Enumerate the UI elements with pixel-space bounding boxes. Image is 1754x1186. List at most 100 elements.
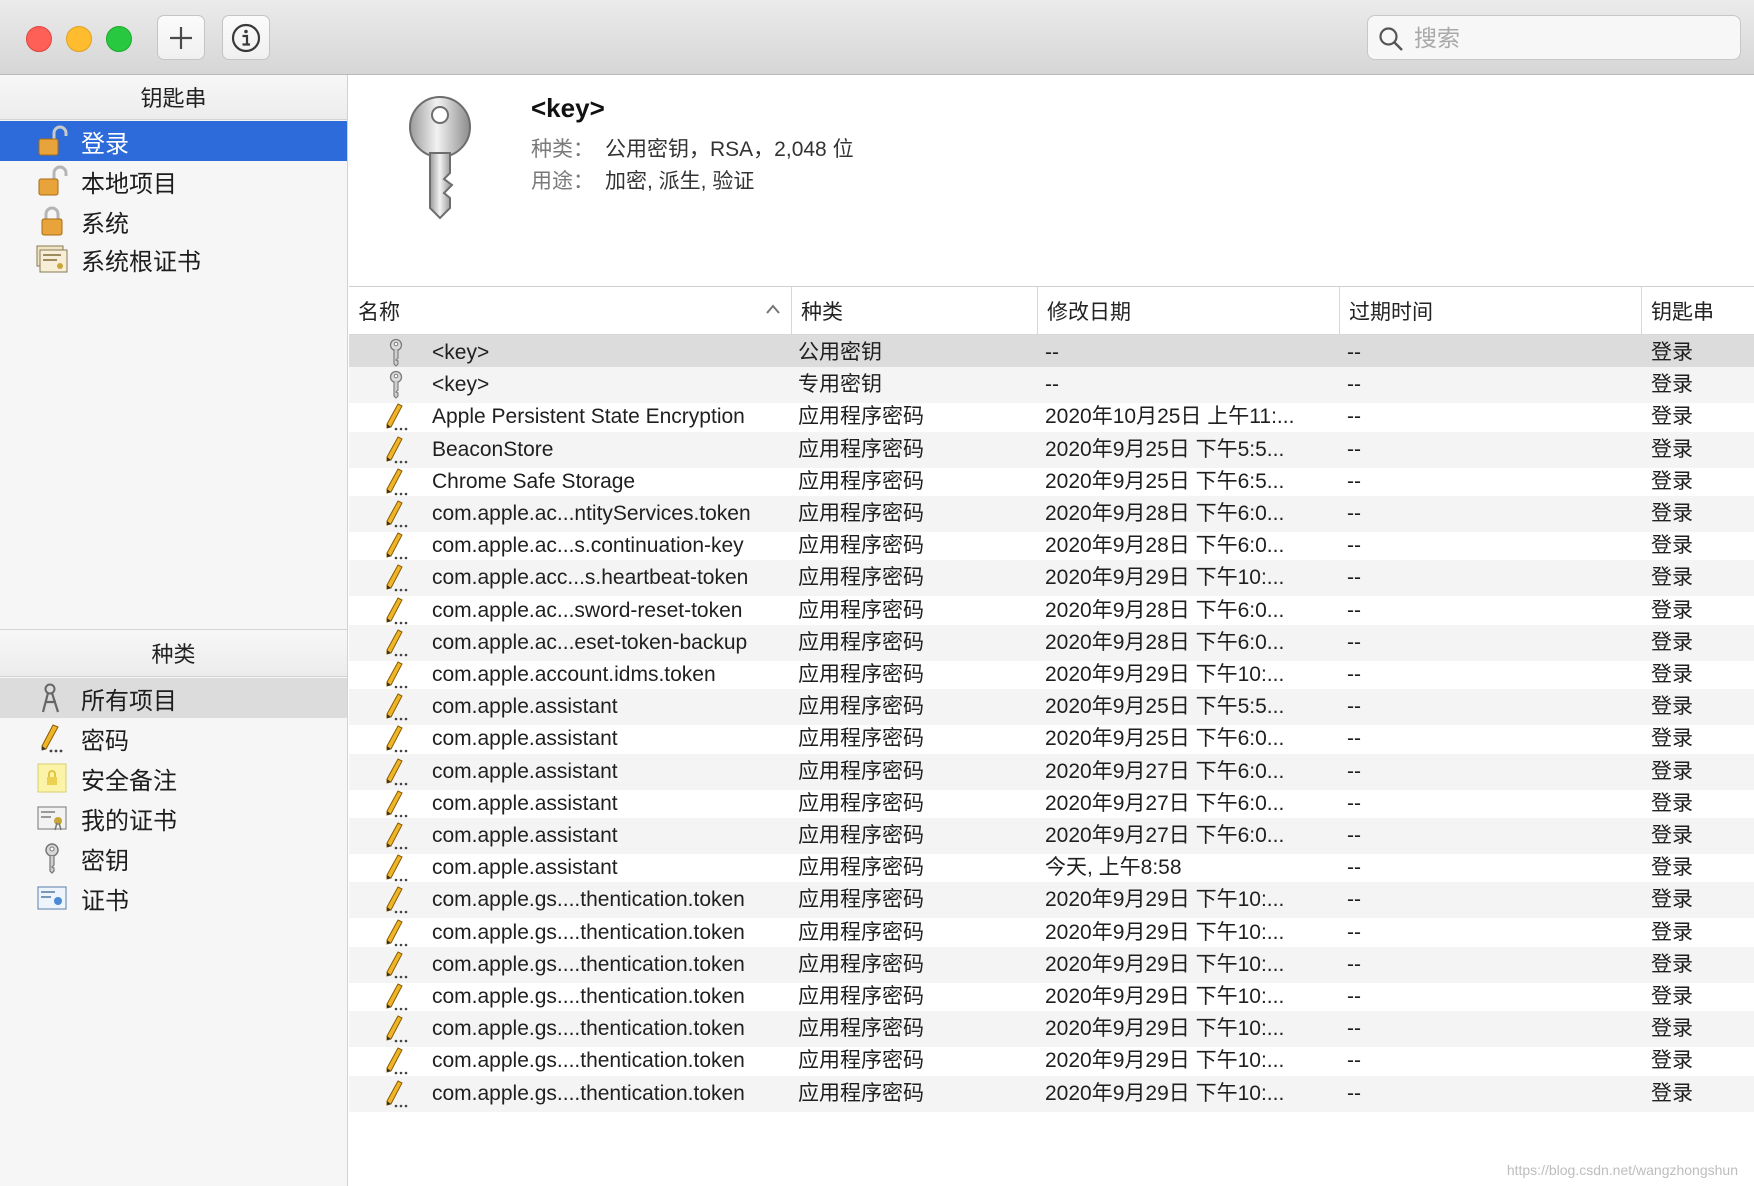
key-large-icon <box>409 96 471 220</box>
cell-kind: 应用程序密码 <box>798 791 924 815</box>
sidebar-item-label: 安全备注 <box>81 767 177 795</box>
row-icon <box>383 432 413 468</box>
table-row[interactable]: com.apple.assistant 应用程序密码 2020年9月27日 下午6:… <box>349 786 1754 822</box>
minimize-window-button[interactable] <box>66 26 92 52</box>
cell-name: com.apple.gs....thentication.token <box>432 1081 745 1105</box>
table-row[interactable]: com.apple.gs....thentication.token 应用程序密码… <box>349 915 1754 951</box>
table-row[interactable]: com.apple.assistant 应用程序密码 2020年9月27日 下午6:… <box>349 753 1754 790</box>
watermark: https://blog.csdn.net/wangzhongshun <box>1506 1162 1738 1178</box>
sidebar-item-system[interactable]: 系统 <box>0 201 347 241</box>
table-row[interactable]: com.apple.ac...sword-reset-token 应用程序密码 20… <box>349 593 1754 629</box>
pencil-icon <box>386 435 408 463</box>
sidebar-item-local-items[interactable]: 本地项目 <box>0 161 347 201</box>
sidebar-item-keys[interactable]: 密钥 <box>0 838 347 878</box>
cell-kind: 应用程序密码 <box>798 856 924 880</box>
cell-kind: 应用程序密码 <box>798 663 924 686</box>
search-input[interactable] <box>1412 16 1736 61</box>
cell-modified-date: 2020年9月29日 下午10:... <box>1045 1049 1285 1073</box>
column-header-name[interactable]: 名称 <box>349 287 791 335</box>
row-icon <box>383 464 413 500</box>
column-header-expires[interactable]: 过期时间 <box>1339 287 1641 335</box>
pencil-icon <box>386 596 408 624</box>
sidebar-item-label: 证书 <box>81 887 129 915</box>
cell-name: com.apple.assistant <box>432 791 618 815</box>
pencil-icon <box>386 790 408 818</box>
table-row[interactable]: com.apple.gs....thentication.token 应用程序密码… <box>349 1075 1754 1112</box>
cell-expires: -- <box>1347 695 1361 719</box>
search-field[interactable] <box>1367 15 1741 61</box>
cell-kind: 应用程序密码 <box>798 534 924 558</box>
cell-keychain: 登录 <box>1651 566 1693 590</box>
row-icon <box>383 367 413 403</box>
sidebar-item-label: 登录 <box>81 130 129 158</box>
table-row[interactable]: com.apple.assistant 应用程序密码 2020年9月25日 下午5:… <box>349 689 1754 726</box>
column-header-label: 名称 <box>358 301 400 324</box>
sidebar-item-system-roots[interactable]: 系统根证书 <box>0 239 347 279</box>
table-row[interactable]: com.apple.account.idms.token 应用程序密码 2020年9… <box>349 657 1754 693</box>
cell-expires: -- <box>1347 856 1361 880</box>
table-row[interactable]: <key> 公用密钥 -- -- 登录 <box>349 335 1754 371</box>
cell-kind: 应用程序密码 <box>798 1081 924 1105</box>
sidebar-item-certificates[interactable]: 证书 <box>0 878 347 918</box>
table-row[interactable]: com.apple.assistant 应用程序密码 2020年9月27日 下午6:… <box>349 818 1754 854</box>
column-header-kind[interactable]: 种类 <box>791 287 1037 335</box>
cell-keychain: 登录 <box>1651 663 1693 686</box>
table-row[interactable]: Apple Persistent State Encryption 应用程序密码 2… <box>349 399 1754 435</box>
sidebar-item-all-items[interactable]: 所有项目 <box>0 678 347 718</box>
cell-kind: 应用程序密码 <box>798 405 924 429</box>
row-icon <box>383 818 413 854</box>
cell-expires: -- <box>1347 341 1361 364</box>
cell-kind: 公用密钥 <box>798 341 882 364</box>
cell-kind: 应用程序密码 <box>798 695 924 719</box>
cell-expires: -- <box>1347 759 1361 783</box>
table-row[interactable]: com.apple.acc...s.heartbeat-token 应用程序密码 2… <box>349 560 1754 597</box>
cell-modified-date: 2020年9月29日 下午10:... <box>1045 663 1285 686</box>
cell-kind: 应用程序密码 <box>798 1017 924 1041</box>
column-header-keychain[interactable]: 钥匙串 <box>1641 287 1754 335</box>
cell-keychain: 登录 <box>1651 888 1693 912</box>
key-icon <box>389 371 403 399</box>
pencil-icon <box>386 854 408 882</box>
sidebar-item-secure-notes[interactable]: 安全备注 <box>0 758 347 798</box>
cell-expires: -- <box>1347 1081 1361 1105</box>
sidebar-item-my-certificates[interactable]: 我的证书 <box>0 798 347 838</box>
table-row[interactable]: com.apple.ac...ntityServices.token 应用程序密码… <box>349 496 1754 532</box>
sidebar-item-login[interactable]: 登录 <box>0 121 347 161</box>
table-row[interactable]: com.apple.ac...s.continuation-key 应用程序密码 2… <box>349 528 1754 564</box>
add-item-button[interactable] <box>157 15 205 60</box>
row-icon <box>383 1076 413 1112</box>
cell-expires: -- <box>1347 373 1361 397</box>
table-row[interactable]: com.apple.assistant 应用程序密码 2020年9月25日 下午6:… <box>349 721 1754 757</box>
table-row[interactable]: com.apple.gs....thentication.token 应用程序密码… <box>349 1011 1754 1048</box>
my-certificate-icon <box>37 806 67 831</box>
column-header-modified[interactable]: 修改日期 <box>1037 287 1339 335</box>
pencil-icon <box>386 661 408 689</box>
sidebar-item-passwords[interactable]: 密码 <box>0 718 347 758</box>
cell-modified-date: 2020年9月29日 下午10:... <box>1045 566 1285 590</box>
table-row[interactable]: com.apple.gs....thentication.token 应用程序密码… <box>349 979 1754 1015</box>
table-row[interactable]: BeaconStore 应用程序密码 2020年9月25日 下午5:5... -- 登录 <box>349 431 1754 468</box>
cell-keychain: 登录 <box>1651 341 1693 364</box>
table-row[interactable]: com.apple.ac...eset-token-backup 应用程序密码 20… <box>349 624 1754 661</box>
cell-kind: 应用程序密码 <box>798 437 924 461</box>
pencil-icon <box>386 629 408 657</box>
table-row[interactable]: com.apple.gs....thentication.token 应用程序密码… <box>349 882 1754 919</box>
column-header-label: 过期时间 <box>1349 301 1433 324</box>
get-info-button[interactable] <box>222 15 270 60</box>
table-row[interactable]: com.apple.assistant 应用程序密码 今天, 上午8:58 -- 登录 <box>349 850 1754 886</box>
zoom-window-button[interactable] <box>106 26 132 52</box>
cell-kind: 应用程序密码 <box>798 920 924 944</box>
item-kind-label: 种类： <box>531 138 594 161</box>
cell-keychain: 登录 <box>1651 630 1693 654</box>
table-row[interactable]: Chrome Safe Storage 应用程序密码 2020年9月25日 下午6:… <box>349 464 1754 500</box>
pencil-icon <box>386 822 408 850</box>
table-row[interactable]: com.apple.gs....thentication.token 应用程序密码… <box>349 946 1754 983</box>
cell-modified-date: 2020年10月25日 上午11:... <box>1045 405 1295 429</box>
cell-expires: -- <box>1347 1049 1361 1073</box>
sidebar-item-label: 密码 <box>81 727 129 755</box>
table-row[interactable]: com.apple.gs....thentication.token 应用程序密码… <box>349 1043 1754 1079</box>
close-window-button[interactable] <box>26 26 52 52</box>
table-row[interactable]: <key> 专用密钥 -- -- 登录 <box>349 367 1754 404</box>
toolbar <box>0 0 1754 75</box>
pencil-icon <box>386 564 408 592</box>
